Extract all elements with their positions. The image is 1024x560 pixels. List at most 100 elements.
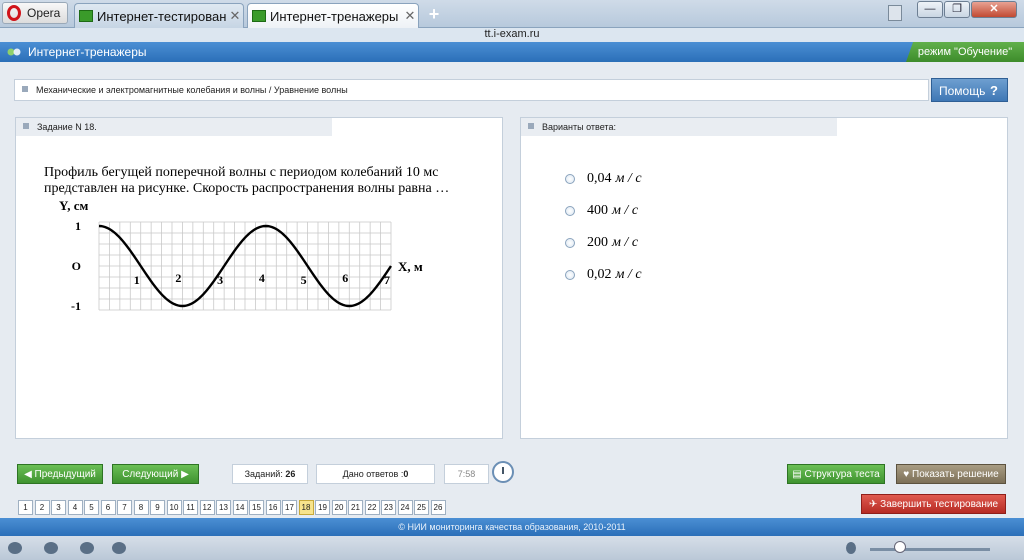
answered-count-box: Дано ответов :0 (316, 464, 435, 484)
answers-header: Варианты ответа: (521, 118, 837, 136)
wave-chart: Y, смX, м1O-11 2 3 4 5 6 7 (59, 198, 423, 313)
page-button[interactable]: 15 (249, 500, 264, 515)
answer-value: 200 (587, 235, 608, 250)
page-button[interactable]: 20 (331, 500, 347, 515)
close-window-button[interactable]: ✕ (971, 1, 1017, 18)
trash-icon[interactable] (888, 5, 902, 21)
arrow-left-icon: ◀ (24, 469, 35, 480)
page-button[interactable]: 17 (282, 500, 297, 515)
finish-test-button[interactable]: ✈ Завершить тестирование (861, 494, 1006, 514)
answer-value: 0,02 (587, 267, 612, 282)
answer-option[interactable]: 200 м / с (565, 227, 642, 259)
footer: © НИИ мониторинга качества образования, … (0, 518, 1024, 536)
page-button[interactable]: 2 (34, 500, 50, 515)
x-axis-label: X, м (398, 259, 423, 274)
previous-button[interactable]: ◀ Предыдущий (17, 464, 103, 484)
runner-icon: ✈ (868, 499, 881, 510)
opera-menu-button[interactable]: Opera (2, 2, 68, 24)
page-button[interactable]: 26 (430, 500, 446, 515)
page-button[interactable]: 21 (348, 500, 363, 515)
page-button[interactable]: 4 (67, 500, 83, 515)
zoom-slider-handle[interactable] (894, 541, 906, 553)
unite-icon[interactable] (80, 542, 94, 554)
tab-internet-trainers[interactable]: Интернет-тренажеры ✕ (247, 3, 419, 28)
page-button[interactable]: 19 (315, 500, 330, 515)
turbo-icon[interactable] (112, 542, 126, 554)
page-button[interactable]: 13 (216, 500, 231, 515)
tab-title: Интернет-тестирование (97, 8, 227, 24)
breadcrumb: Механические и электромагнитные колебани… (14, 79, 929, 101)
answer-unit: м / с (615, 267, 642, 282)
y-axis-label: Y, см (59, 198, 88, 213)
tab-internet-testing[interactable]: Интернет-тестирование ✕ (74, 3, 244, 28)
page-button[interactable]: 24 (397, 500, 413, 515)
close-icon[interactable]: ✕ (227, 8, 243, 24)
close-icon[interactable]: ✕ (402, 8, 418, 24)
minimize-button[interactable]: — (917, 1, 943, 18)
page-button[interactable]: 12 (199, 500, 215, 515)
page-button[interactable]: 14 (232, 500, 248, 515)
maximize-button[interactable]: ❐ (944, 1, 970, 18)
zoom-slider[interactable] (870, 548, 990, 551)
y-tick-label: -1 (71, 299, 81, 313)
help-button[interactable]: Помощь ? (931, 78, 1008, 102)
heart-icon: ♥ (903, 469, 913, 480)
list-icon: ▤ (792, 469, 805, 480)
view-icon[interactable] (846, 542, 856, 554)
page-button[interactable]: 16 (265, 500, 281, 515)
show-solution-button[interactable]: ♥ Показать решение (896, 464, 1006, 484)
site-icon (79, 10, 93, 22)
page-button[interactable]: 5 (84, 500, 99, 515)
page-button[interactable]: 1 (18, 500, 33, 515)
page-button[interactable]: 8 (133, 500, 149, 515)
answer-option[interactable]: 400 м / с (565, 195, 642, 227)
page-button[interactable]: 23 (381, 500, 396, 515)
site-icon (252, 10, 266, 22)
answer-radio[interactable] (565, 206, 575, 216)
arrow-right-icon: ▶ (178, 469, 189, 480)
page-button[interactable]: 10 (166, 500, 182, 515)
page-button[interactable]: 6 (100, 500, 116, 515)
answer-option[interactable]: 0,02 м / с (565, 259, 642, 291)
test-structure-button[interactable]: ▤ Структура теста (787, 464, 885, 484)
app-header: Интернет-тренажеры режим "Обучение" (0, 42, 1024, 62)
address-bar[interactable]: tt.i-exam.ru (0, 28, 1024, 42)
page-button[interactable]: 18 (298, 500, 314, 515)
chart-grid (98, 221, 392, 311)
answers-header-label: Варианты ответа: (542, 122, 616, 132)
page-button[interactable]: 22 (364, 500, 380, 515)
page-button[interactable]: 7 (117, 500, 132, 515)
tasks-count: 26 (285, 469, 296, 479)
answer-unit: м / с (615, 171, 642, 186)
x-tick-label: 5 (301, 273, 307, 287)
page-button[interactable]: 11 (183, 500, 198, 515)
answer-value: 0,04 (587, 171, 612, 186)
pagination: 1 2 3 4 5 6 7 8 9 10 11 12 13 14 15 16 17 18 19 20 21 22 23 24 2… (18, 500, 447, 515)
clock-icon (492, 461, 514, 483)
breadcrumb-text: Механические и электромагнитные колебани… (36, 85, 348, 95)
opera-logo-icon (7, 5, 21, 21)
page-button[interactable]: 25 (414, 500, 429, 515)
bullet-icon (528, 123, 534, 129)
next-button[interactable]: Следующий ▶ (112, 464, 199, 484)
tab-title: Интернет-тренажеры (270, 8, 399, 24)
answer-radio[interactable] (565, 174, 575, 184)
y-tick-label: 1 (75, 219, 81, 233)
question-text: Профиль бегущей поперечной волны с перио… (44, 165, 450, 196)
finish-label: Завершить тестирование (880, 499, 999, 510)
question-icon: ? (990, 83, 998, 98)
answered-label: Дано ответов : (342, 469, 404, 479)
answer-option[interactable]: 0,04 м / с (565, 163, 642, 195)
tasks-count-box: Заданий: 26 (232, 464, 308, 484)
new-tab-button[interactable]: + (425, 4, 443, 24)
cloud-icon[interactable] (44, 542, 58, 554)
next-label: Следующий (122, 469, 179, 480)
page-button[interactable]: 3 (51, 500, 66, 515)
status-bar (0, 536, 1024, 560)
opera-menu-label: Opera (27, 6, 61, 20)
panel-toggle-icon[interactable] (8, 542, 22, 554)
page-button[interactable]: 9 (150, 500, 165, 515)
answer-radio[interactable] (565, 238, 575, 248)
answer-radio[interactable] (565, 270, 575, 280)
previous-label: Предыдущий (34, 469, 96, 480)
